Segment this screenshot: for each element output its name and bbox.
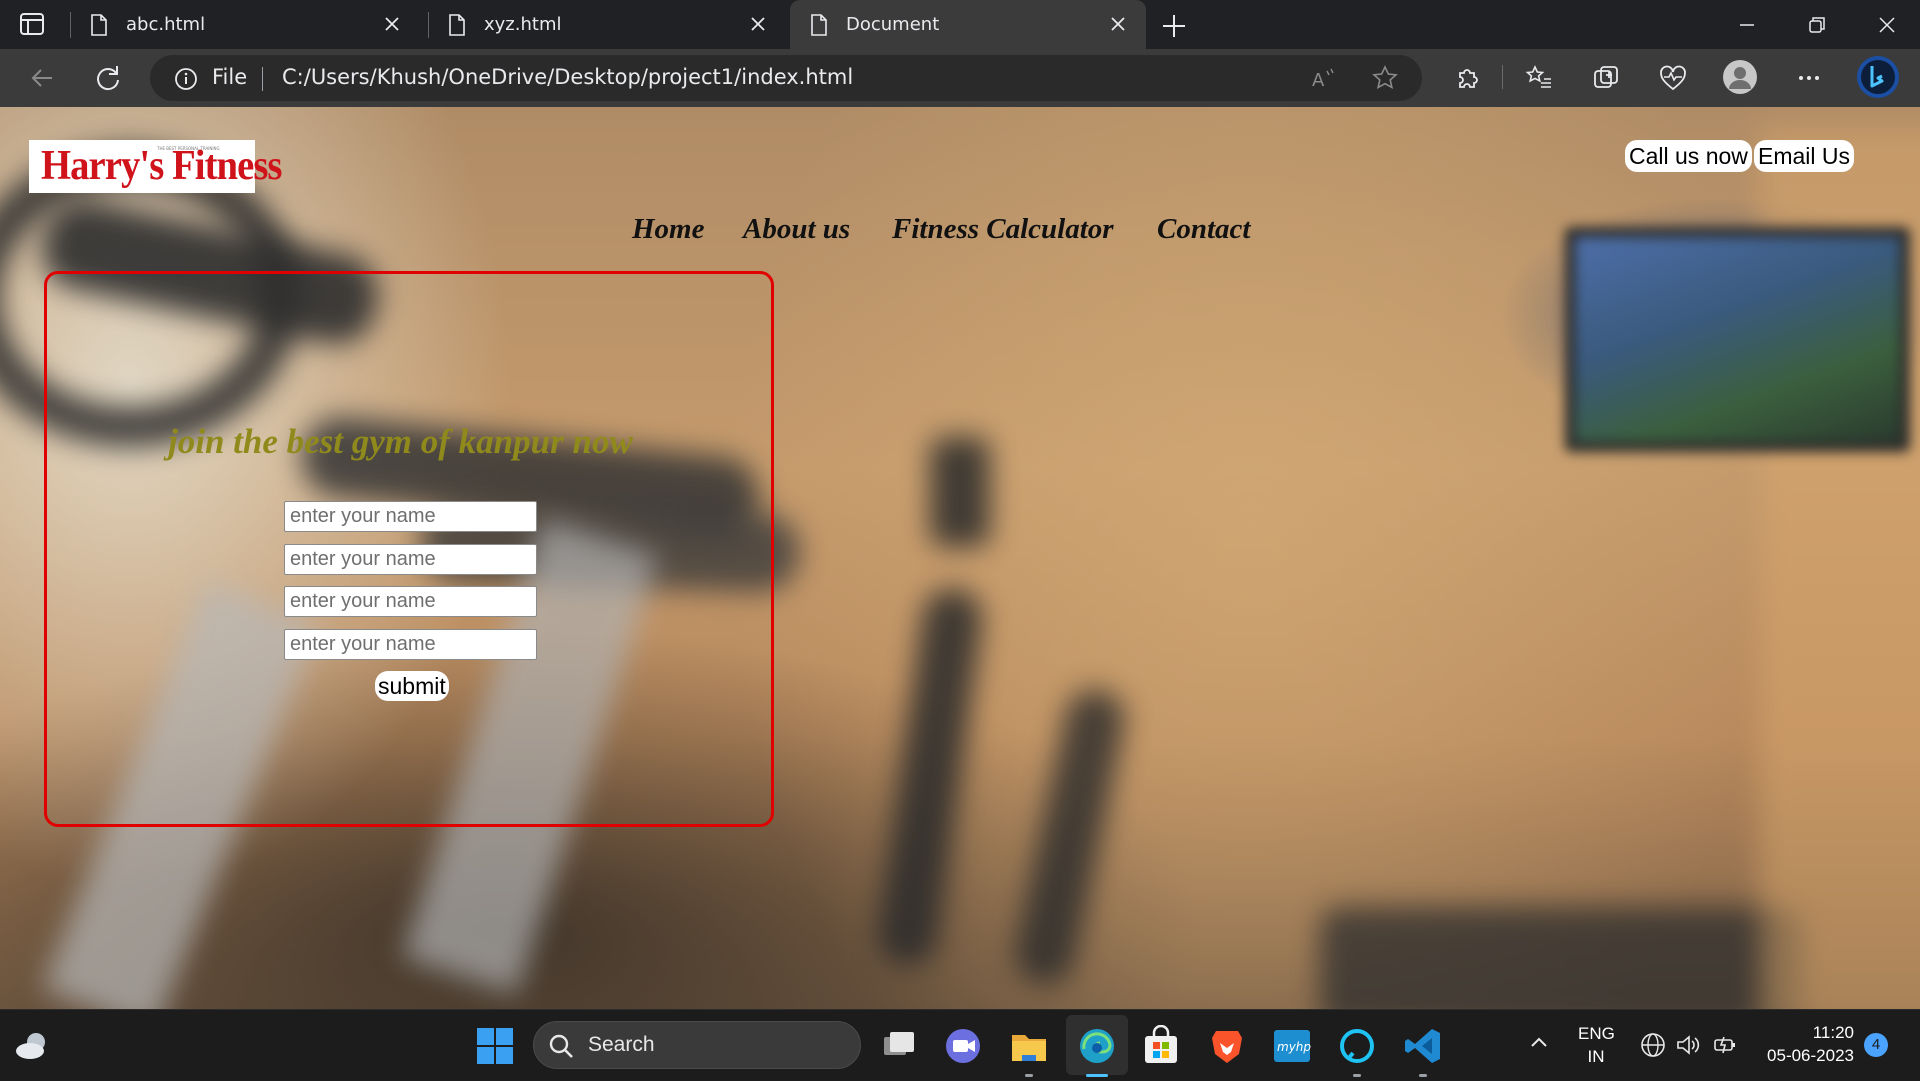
address-bar[interactable]: File C:/Users/Khush/OneDrive/Desktop/pro…	[150, 55, 1422, 101]
battery-charging-icon[interactable]	[1712, 1032, 1738, 1058]
restore-icon[interactable]	[1802, 10, 1832, 40]
page-icon	[811, 13, 827, 36]
email-us-link[interactable]: Email Us	[1754, 140, 1855, 172]
close-tab-icon[interactable]	[748, 14, 768, 34]
weather-widget-icon[interactable]	[12, 1026, 52, 1066]
edge-browser-icon[interactable]	[1076, 1025, 1118, 1067]
url-text[interactable]: C:/Users/Khush/OneDrive/Desktop/project1…	[282, 65, 853, 89]
clock-time[interactable]: 11:20	[1758, 1023, 1854, 1043]
language-label[interactable]: ENG	[1578, 1024, 1615, 1044]
tab-abc[interactable]: abc.html	[70, 0, 420, 49]
submit-button[interactable]: submit	[375, 671, 449, 701]
name-input-1[interactable]	[284, 501, 537, 532]
volume-icon[interactable]	[1675, 1032, 1701, 1058]
page-icon	[91, 13, 107, 36]
browser-tab-strip: abc.html xyz.html Document	[0, 0, 1920, 49]
close-tab-icon[interactable]	[382, 14, 402, 34]
tab-label: xyz.html	[484, 14, 562, 35]
site-info-icon[interactable]	[174, 67, 198, 91]
form-heading: join the best gym of kanpur now	[168, 422, 633, 461]
web-page-viewport: Harry's Fitness THE BEST PERSONAL TRAINI…	[0, 107, 1920, 1009]
microsoft-store-icon[interactable]	[1140, 1025, 1182, 1067]
tab-xyz[interactable]: xyz.html	[428, 0, 786, 49]
network-globe-icon[interactable]	[1640, 1032, 1666, 1058]
scheme-label: File	[212, 65, 248, 89]
brave-browser-icon[interactable]	[1206, 1025, 1248, 1067]
region-label[interactable]: IN	[1578, 1047, 1614, 1067]
bing-chat-icon[interactable]	[1856, 55, 1900, 99]
more-menu-icon[interactable]	[1794, 63, 1824, 93]
call-us-link[interactable]: Call us now	[1625, 140, 1752, 172]
taskbar-search-box[interactable]: Search	[533, 1021, 861, 1069]
search-label: Search	[588, 1033, 655, 1056]
tab-document[interactable]: Document	[790, 0, 1146, 49]
nav-fitness-calculator[interactable]: Fitness Calculator	[892, 213, 1114, 246]
file-explorer-icon[interactable]	[1008, 1025, 1050, 1067]
name-input-4[interactable]	[284, 629, 537, 660]
name-input-2[interactable]	[284, 544, 537, 575]
notification-count-badge[interactable]: 4	[1864, 1033, 1888, 1057]
site-logo[interactable]: Harry's Fitness THE BEST PERSONAL TRAINI…	[29, 140, 282, 193]
teams-chat-icon[interactable]	[942, 1025, 984, 1067]
alexa-icon[interactable]	[1336, 1025, 1378, 1067]
search-icon	[549, 1034, 573, 1058]
browser-essentials-icon[interactable]	[1658, 63, 1688, 93]
page-icon	[449, 13, 465, 36]
vscode-icon[interactable]	[1402, 1025, 1444, 1067]
favorites-icon[interactable]	[1524, 63, 1554, 93]
reload-icon[interactable]	[92, 62, 124, 94]
background-tv-image	[1565, 227, 1910, 452]
nav-about[interactable]: About us	[743, 213, 850, 246]
windows-taskbar: Search myhp ENG IN 11:20 05-06-2023 4	[0, 1009, 1920, 1081]
tab-label: Document	[846, 14, 940, 35]
myhp-icon[interactable]: myhp	[1271, 1025, 1313, 1067]
svg-text:myhp: myhp	[1277, 1040, 1311, 1054]
start-windows-icon[interactable]	[474, 1025, 516, 1067]
logo-tagline: THE BEST PERSONAL TRAINING	[157, 146, 220, 151]
collections-icon[interactable]	[1591, 63, 1621, 93]
profile-avatar-icon[interactable]	[1722, 59, 1758, 95]
close-tab-icon[interactable]	[1108, 14, 1128, 34]
browser-toolbar: File C:/Users/Khush/OneDrive/Desktop/pro…	[0, 49, 1920, 107]
tab-label: abc.html	[126, 14, 206, 35]
nav-contact[interactable]: Contact	[1157, 213, 1250, 246]
new-tab-icon[interactable]	[1160, 12, 1188, 40]
back-arrow-icon[interactable]	[26, 62, 58, 94]
tab-actions-icon[interactable]	[18, 12, 46, 36]
svg-text:A: A	[1312, 70, 1325, 91]
task-view-icon[interactable]	[878, 1025, 920, 1067]
name-input-3[interactable]	[284, 586, 537, 617]
clock-date[interactable]: 05-06-2023	[1750, 1046, 1854, 1066]
read-aloud-icon[interactable]: A	[1310, 65, 1336, 91]
extensions-icon[interactable]	[1452, 63, 1482, 93]
chevron-up-icon[interactable]	[1528, 1032, 1550, 1054]
close-window-icon[interactable]	[1872, 10, 1902, 40]
minimize-icon[interactable]	[1732, 10, 1762, 40]
favorite-star-icon[interactable]	[1372, 65, 1398, 91]
nav-home[interactable]: Home	[632, 213, 705, 246]
